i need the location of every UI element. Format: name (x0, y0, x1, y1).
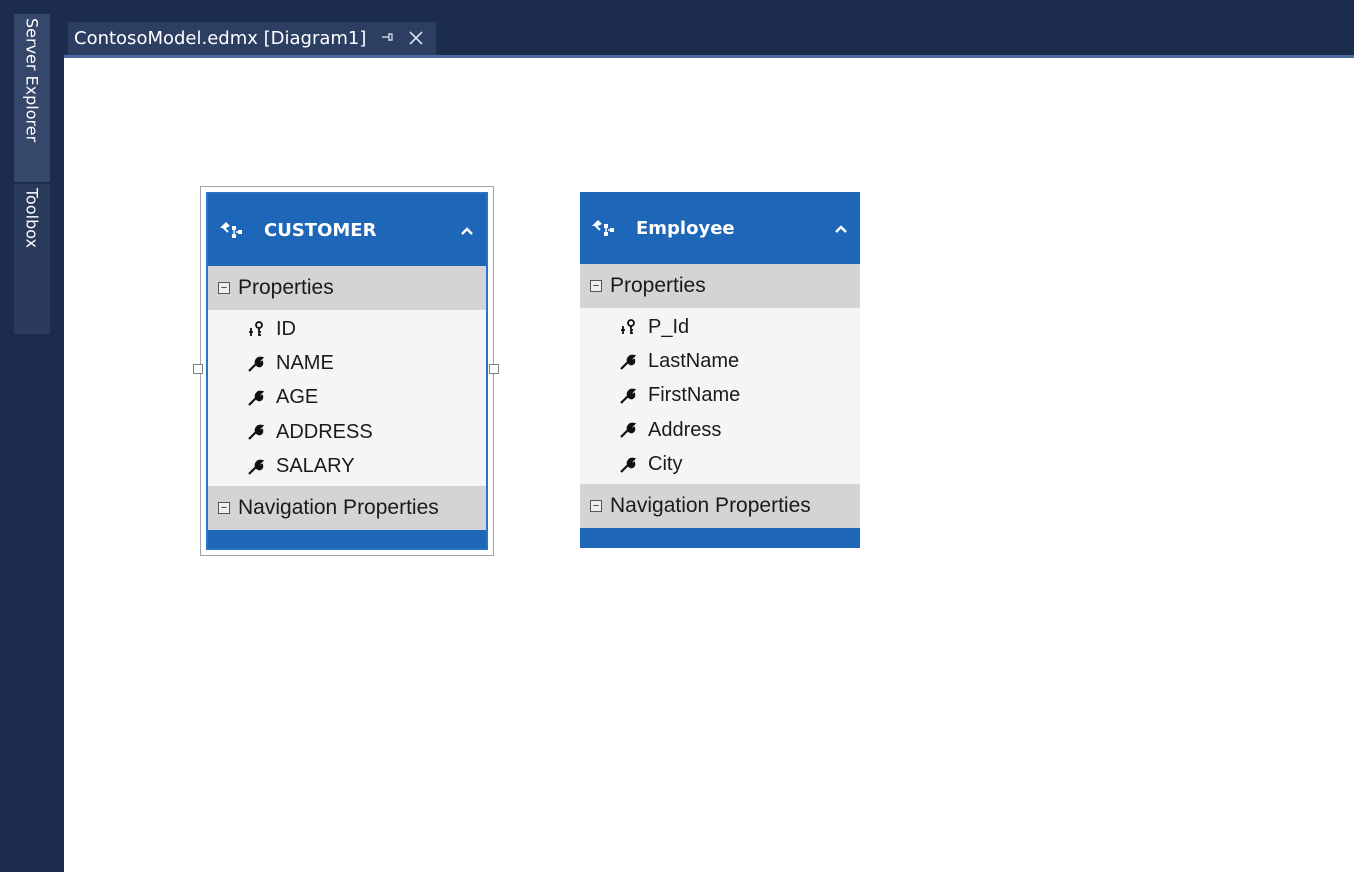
collapse-minus-icon[interactable]: − (590, 499, 602, 512)
property-name: P_Id (648, 315, 690, 338)
collapse-minus-icon[interactable]: − (590, 280, 602, 292)
property-name: SALARY (276, 455, 355, 478)
properties-section-header[interactable]: − Properties (580, 264, 860, 308)
wrench-icon (618, 456, 638, 474)
key-icon (618, 318, 638, 336)
properties-section-header[interactable]: − Properties (208, 266, 486, 310)
property-name: FirstName (648, 384, 741, 407)
wrench-icon (246, 355, 266, 373)
navigation-section-header[interactable]: − Navigation Properties (208, 485, 486, 530)
entity-footer (208, 529, 486, 544)
property-row[interactable]: AGE (246, 381, 486, 415)
wrench-icon (618, 353, 638, 371)
property-row[interactable]: LastName (618, 344, 860, 378)
property-row[interactable]: NAME (246, 346, 486, 380)
property-row[interactable]: P_Id (618, 310, 860, 344)
entity-footer (580, 527, 860, 542)
entity-header[interactable]: CUSTOMER (208, 194, 486, 266)
key-icon (246, 320, 266, 338)
document-tab-title: ContosoModel.edmx [Diagram1] (74, 28, 367, 49)
wrench-icon (618, 421, 638, 439)
property-name: NAME (276, 352, 334, 375)
property-name: LastName (648, 350, 740, 373)
entity-type-icon (218, 220, 248, 240)
property-row[interactable]: ID (246, 312, 486, 346)
collapse-minus-icon[interactable]: − (218, 501, 230, 514)
property-list: P_Id LastName FirstName Address City (580, 308, 860, 484)
navigation-section-header[interactable]: − Navigation Properties (580, 483, 860, 528)
entity-customer[interactable]: CUSTOMER − Properties ID NAME AGE ADDRES… (206, 192, 488, 550)
entity-header[interactable]: Employee (580, 192, 860, 264)
property-name: Address (648, 418, 722, 441)
server-explorer-label: Server Explorer (22, 18, 42, 143)
entity-employee[interactable]: Employee − Properties P_Id LastName Firs… (580, 192, 860, 548)
collapse-minus-icon[interactable]: − (218, 282, 230, 294)
property-name: AGE (276, 386, 319, 409)
resize-handle-left[interactable] (193, 364, 203, 374)
properties-section-label: Properties (610, 274, 706, 297)
property-row[interactable]: Address (618, 413, 860, 447)
toolbox-label: Toolbox (22, 188, 42, 248)
wrench-icon (246, 389, 266, 407)
property-name: ID (276, 317, 296, 340)
wrench-icon (618, 387, 638, 405)
document-tab[interactable]: ContosoModel.edmx [Diagram1] (68, 22, 437, 55)
resize-handle-right[interactable] (489, 364, 499, 374)
entity-type-icon (590, 218, 620, 238)
property-name: ADDRESS (276, 420, 373, 443)
toolbox-tab[interactable]: Toolbox (14, 184, 50, 334)
property-row[interactable]: FirstName (618, 379, 860, 413)
wrench-icon (246, 423, 266, 441)
side-dock: Server Explorer Toolbox (0, 0, 64, 872)
close-icon[interactable] (408, 27, 424, 51)
property-list: ID NAME AGE ADDRESS SALARY (208, 310, 486, 486)
wrench-icon (246, 458, 266, 476)
property-row[interactable]: City (618, 448, 860, 482)
property-name: City (648, 453, 683, 476)
navigation-section-label: Navigation Properties (610, 493, 811, 517)
pin-icon[interactable] (380, 30, 394, 48)
properties-section-label: Properties (238, 276, 334, 299)
entity-name: CUSTOMER (264, 219, 377, 241)
property-row[interactable]: SALARY (246, 450, 486, 484)
entity-name: Employee (636, 217, 735, 239)
chevron-up-icon[interactable] (460, 221, 474, 240)
navigation-section-label: Navigation Properties (238, 495, 439, 519)
document-tab-bar: ContosoModel.edmx [Diagram1] (64, 0, 1354, 58)
chevron-up-icon[interactable] (834, 219, 848, 238)
server-explorer-tab[interactable]: Server Explorer (14, 14, 50, 182)
property-row[interactable]: ADDRESS (246, 415, 486, 449)
